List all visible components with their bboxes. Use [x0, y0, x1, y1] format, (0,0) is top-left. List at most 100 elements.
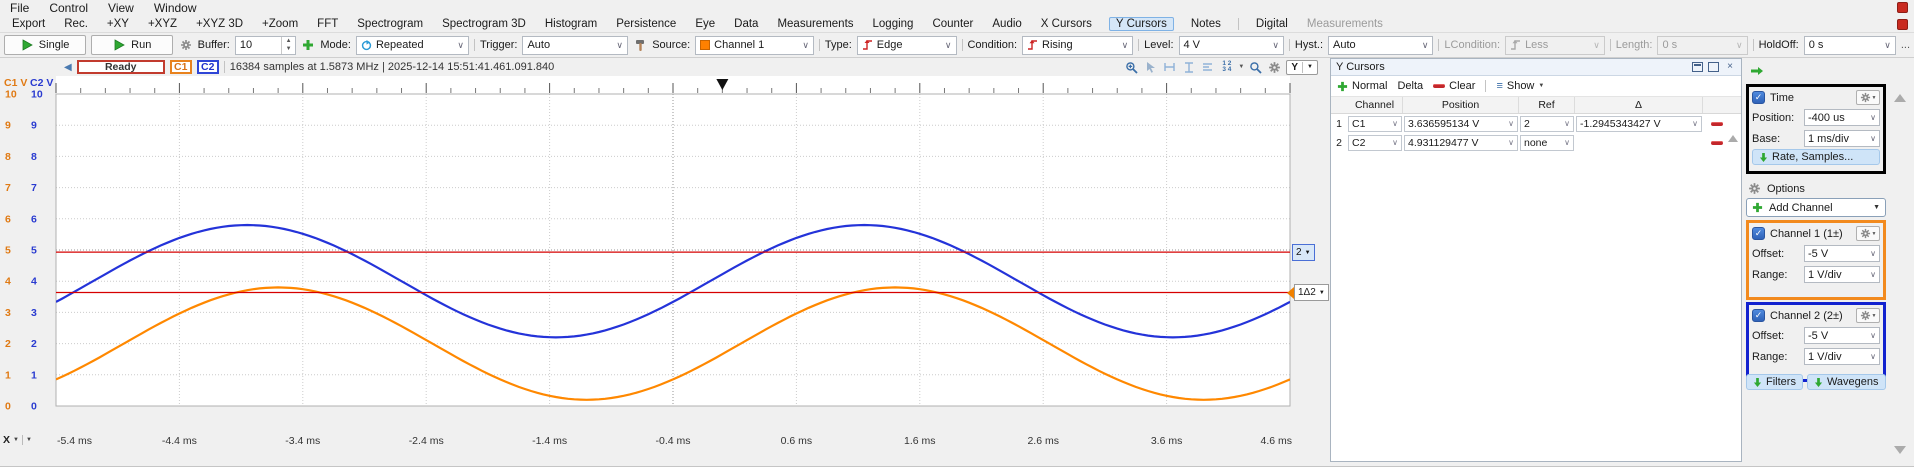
tab-y-cursors[interactable]: Y Cursors: [1109, 17, 1174, 31]
channel1-checkbox[interactable]: ✓: [1752, 227, 1765, 240]
time-base-select[interactable]: 1 ms/div∨: [1804, 130, 1880, 147]
tab-measurements[interactable]: Measurements: [775, 18, 855, 30]
level-select[interactable]: 4 V∨: [1179, 36, 1284, 55]
tab-counter[interactable]: Counter: [930, 18, 975, 30]
channel1-offset-select[interactable]: -5 V∨: [1804, 245, 1880, 262]
cursor-position-select[interactable]: 4.931129477 V∨: [1404, 135, 1518, 151]
tab-audio[interactable]: Audio: [990, 18, 1023, 30]
rising-icon: [1027, 39, 1038, 51]
tab-xyz-3d[interactable]: +XYZ 3D: [194, 18, 245, 30]
close-panel-icon[interactable]: ×: [1724, 62, 1736, 72]
add-mode-plus-icon[interactable]: [301, 38, 315, 52]
menu-bar: File Control View Window: [0, 0, 1914, 16]
panel-scroll-up-icon[interactable]: [1894, 94, 1906, 102]
y-cursors-title-bar[interactable]: Y Cursors ×: [1331, 59, 1741, 76]
svg-text:1.6 ms: 1.6 ms: [904, 435, 936, 447]
table-scroll-up-icon[interactable]: [1728, 135, 1738, 142]
collapse-panel-arrow-icon[interactable]: [1750, 66, 1764, 76]
time-group: ✓ Time ▼ Position: -400 us∨ Base: 1 ms/d…: [1746, 84, 1886, 174]
trigger-select[interactable]: Auto∨: [522, 36, 627, 55]
maximize-panel-icon[interactable]: [1708, 62, 1719, 72]
channel2-checkbox[interactable]: ✓: [1752, 309, 1765, 322]
channel1-reference-arrow-icon: [1287, 287, 1294, 299]
channel1-range-select[interactable]: 1 V/div∨: [1804, 266, 1880, 283]
buffer-gear-icon[interactable]: [178, 38, 192, 52]
cursor-delta-value[interactable]: -1.2945343427 V∨: [1576, 116, 1702, 132]
tab-fft[interactable]: FFT: [315, 18, 340, 30]
cursor-channel-select[interactable]: C2∨: [1348, 135, 1402, 151]
tab-data[interactable]: Data: [732, 18, 760, 30]
add-channel-select[interactable]: Add Channel ▼: [1746, 198, 1886, 217]
condition-select[interactable]: Rising∨: [1022, 36, 1133, 55]
tab-zoom[interactable]: +Zoom: [260, 18, 300, 30]
cursor-number: 1: [1331, 118, 1347, 130]
remove-cursor-button[interactable]: [1711, 122, 1723, 126]
panel-scroll-down-icon[interactable]: [1894, 446, 1906, 454]
tab-logging[interactable]: Logging: [871, 18, 916, 30]
undock-panel-icon[interactable]: [1692, 62, 1703, 72]
tab-x-cursors[interactable]: X Cursors: [1039, 18, 1094, 30]
tab-spectrogram-3d[interactable]: Spectrogram 3D: [440, 18, 528, 30]
y-cursors-panel-title: Y Cursors: [1336, 61, 1687, 73]
menu-control[interactable]: Control: [49, 1, 88, 15]
single-label: Single: [39, 39, 70, 51]
holdoff-select[interactable]: 0 s∨: [1804, 36, 1896, 55]
time-settings-gear-icon[interactable]: ▼: [1856, 90, 1880, 105]
menu-file[interactable]: File: [10, 1, 29, 15]
cursor2-marker[interactable]: 2▼: [1292, 244, 1315, 261]
app-status-icon: [1897, 2, 1908, 13]
tab-rec[interactable]: Rec.: [62, 18, 90, 30]
oscilloscope-plot[interactable]: C1 VC2 V101099887766554433221100-5.4 ms-…: [0, 58, 1328, 467]
menu-view[interactable]: View: [108, 1, 134, 15]
buffer-spinner[interactable]: 10 ▲▼: [235, 36, 296, 55]
down-arrow-icon: [1759, 152, 1768, 163]
clear-cursors-button[interactable]: Clear: [1433, 80, 1475, 92]
show-options-button[interactable]: ≡ Show ▼: [1496, 80, 1544, 92]
tab-export[interactable]: Export: [10, 18, 47, 30]
wavegens-button[interactable]: Wavegens: [1807, 374, 1886, 390]
add-delta-cursor-button[interactable]: Delta: [1397, 80, 1423, 92]
trigger-label: Trigger:: [480, 39, 518, 51]
cursor-position-select[interactable]: 3.636595134 V∨: [1404, 116, 1518, 132]
cursor-ref-select[interactable]: none∨: [1520, 135, 1574, 151]
tab-xyz[interactable]: +XYZ: [146, 18, 179, 30]
tab-digital[interactable]: Digital: [1254, 18, 1290, 30]
time-position-select[interactable]: -400 us∨: [1804, 109, 1880, 126]
channel2-range-select[interactable]: 1 V/div∨: [1804, 348, 1880, 365]
source-select[interactable]: Channel 1∨: [695, 36, 814, 55]
x-axis-menu-button[interactable]: X ▼▼: [3, 434, 32, 446]
spinner-arrows-icon[interactable]: ▲▼: [281, 37, 295, 54]
column-channel: Channel: [1347, 97, 1403, 113]
rate-samples-button[interactable]: Rate, Samples...: [1752, 149, 1880, 165]
remove-cursor-button[interactable]: [1711, 141, 1723, 145]
svg-text:-5.4 ms: -5.4 ms: [57, 435, 92, 447]
level-label: Level:: [1144, 39, 1173, 51]
plus-icon: [1752, 202, 1763, 213]
options-button[interactable]: Options: [1748, 182, 1805, 195]
tab-xy[interactable]: +XY: [105, 18, 131, 30]
tab-histogram[interactable]: Histogram: [543, 18, 599, 30]
hammer-icon[interactable]: [633, 38, 647, 52]
single-button[interactable]: Single: [4, 35, 86, 55]
scope-toolbar: Single Run Buffer: 10 ▲▼ Mode: Repeated∨…: [0, 33, 1914, 58]
hysteresis-select[interactable]: Auto∨: [1328, 36, 1433, 55]
cursor-channel-select[interactable]: C1∨: [1348, 116, 1402, 132]
add-normal-cursor-button[interactable]: Normal: [1337, 80, 1387, 92]
channel1-settings-gear-icon[interactable]: ▼: [1856, 226, 1880, 241]
tab-eye[interactable]: Eye: [693, 18, 717, 30]
mode-select[interactable]: Repeated∨: [356, 36, 469, 55]
cursor-ref-select[interactable]: 2∨: [1520, 116, 1574, 132]
time-checkbox[interactable]: ✓: [1752, 91, 1765, 104]
tab-spectrogram[interactable]: Spectrogram: [355, 18, 425, 30]
tab-persistence[interactable]: Persistence: [614, 18, 678, 30]
cursor1-marker[interactable]: 1Δ2▼: [1294, 284, 1329, 301]
menu-window[interactable]: Window: [154, 1, 197, 15]
down-arrow-icon: [1753, 377, 1762, 388]
channel2-settings-gear-icon[interactable]: ▼: [1856, 308, 1880, 323]
filters-button[interactable]: Filters: [1746, 374, 1803, 390]
channel2-offset-select[interactable]: -5 V∨: [1804, 327, 1880, 344]
type-select[interactable]: Edge∨: [857, 36, 957, 55]
toolbar-overflow-button[interactable]: ...: [1901, 39, 1910, 51]
run-button[interactable]: Run: [91, 35, 173, 55]
tab-notes[interactable]: Notes: [1189, 18, 1223, 30]
